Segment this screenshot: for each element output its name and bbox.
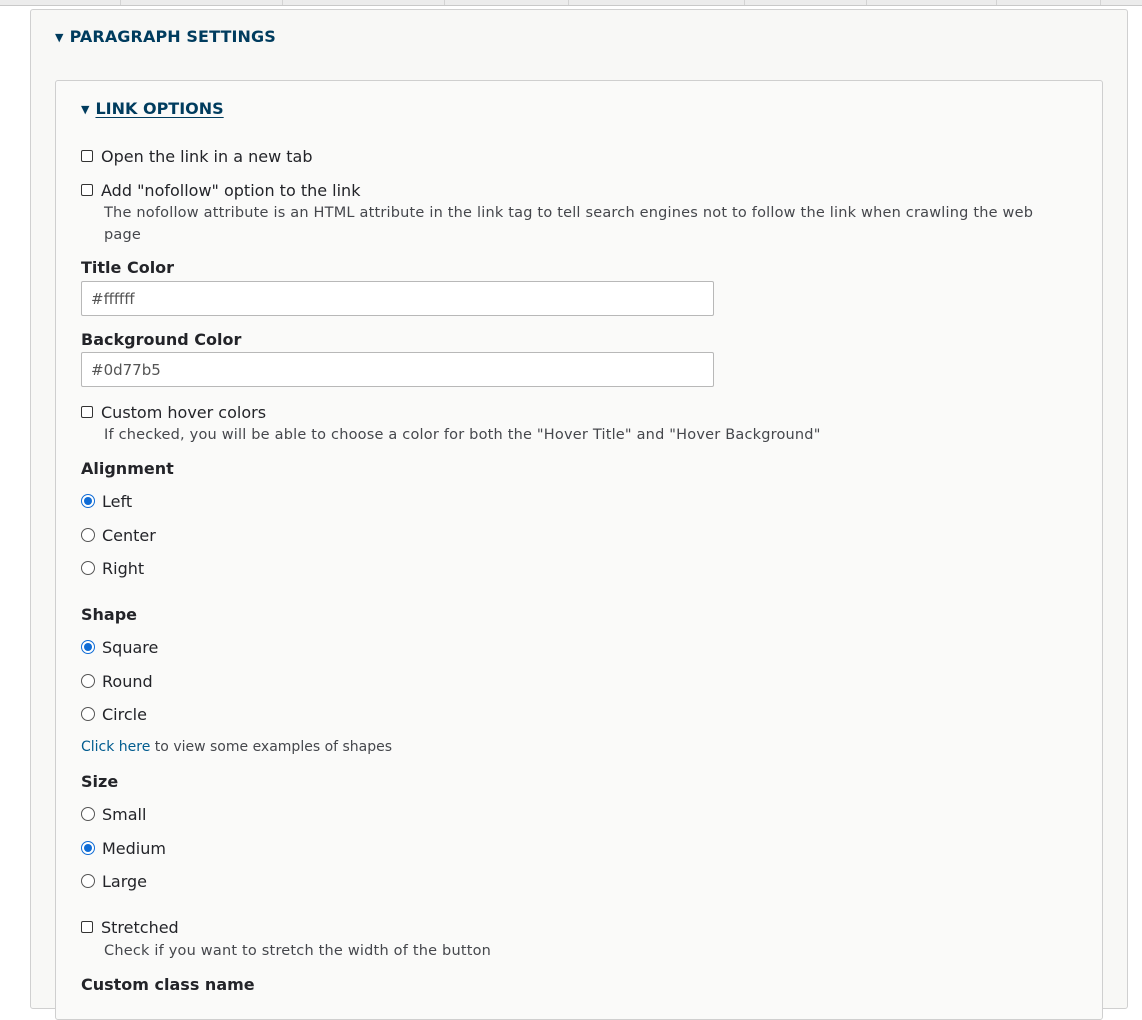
size-large-label: Large	[102, 871, 148, 891]
custom-class-label: Custom class name	[81, 975, 255, 994]
alignment-center-radio[interactable]	[81, 528, 95, 542]
nofollow-option[interactable]: Add "nofollow" option to the link	[81, 180, 360, 200]
alignment-label: Alignment	[81, 459, 174, 478]
background-color-label: Background Color	[81, 330, 242, 349]
shape-examples-link[interactable]: Click here	[81, 739, 150, 755]
shape-helper-text: Click here to view some examples of shap…	[81, 739, 393, 755]
custom-hover-checkbox[interactable]	[81, 406, 93, 418]
shape-option-round[interactable]: Round	[81, 671, 153, 691]
new-tab-checkbox[interactable]	[81, 150, 93, 162]
size-option-small[interactable]: Small	[81, 804, 146, 824]
stretched-checkbox[interactable]	[81, 921, 93, 933]
custom-hover-option[interactable]: Custom hover colors	[81, 402, 266, 422]
shape-option-square[interactable]: Square	[81, 637, 158, 657]
alignment-option-right[interactable]: Right	[81, 558, 144, 578]
paragraph-settings-panel: ▼ PARAGRAPH SETTINGS ▼ LINK OPTIONS Open t…	[30, 9, 1128, 1020]
alignment-left-radio[interactable]	[81, 494, 95, 508]
stretched-option[interactable]: Stretched	[81, 917, 179, 937]
alignment-option-left[interactable]: Left	[81, 491, 132, 511]
shape-option-circle[interactable]: Circle	[81, 704, 147, 724]
size-medium-radio[interactable]	[81, 841, 95, 855]
triangle-down-icon: ▼	[55, 31, 64, 44]
custom-hover-description: If checked, you will be able to choose a…	[104, 427, 821, 443]
new-tab-label: Open the link in a new tab	[101, 146, 313, 166]
shape-circle-label: Circle	[102, 704, 147, 724]
link-options-toggle[interactable]: ▼ LINK OPTIONS	[81, 99, 224, 118]
custom-hover-label: Custom hover colors	[101, 402, 267, 422]
link-options-title: LINK OPTIONS	[95, 99, 224, 118]
size-option-large[interactable]: Large	[81, 871, 147, 891]
nofollow-description: The nofollow attribute is an HTML attrib…	[104, 205, 1034, 243]
nofollow-checkbox[interactable]	[81, 184, 93, 196]
link-options-panel: ▼ LINK OPTIONS Open the link in a new tab…	[55, 80, 1103, 1020]
alignment-center-label: Center	[102, 525, 156, 545]
paragraph-settings-toggle[interactable]: ▼ PARAGRAPH SETTINGS	[55, 27, 276, 46]
shape-round-radio[interactable]	[81, 674, 95, 688]
stretched-label: Stretched	[101, 917, 179, 937]
shape-label: Shape	[81, 605, 138, 624]
shape-square-label: Square	[102, 637, 159, 657]
background-color-input[interactable]	[81, 352, 714, 387]
triangle-down-icon: ▼	[81, 103, 90, 116]
size-medium-label: Medium	[102, 838, 166, 858]
top-strip	[0, 0, 1142, 6]
shape-circle-radio[interactable]	[81, 707, 95, 721]
size-small-radio[interactable]	[81, 807, 95, 821]
shape-square-radio[interactable]	[81, 640, 95, 654]
stretched-description: Check if you want to stretch the width o…	[104, 943, 492, 959]
alignment-option-center[interactable]: Center	[81, 525, 156, 545]
size-label: Size	[81, 772, 119, 791]
alignment-right-radio[interactable]	[81, 561, 95, 575]
title-color-label: Title Color	[81, 258, 175, 277]
new-tab-option[interactable]: Open the link in a new tab	[81, 146, 313, 166]
nofollow-label: Add "nofollow" option to the link	[101, 180, 361, 200]
size-small-label: Small	[102, 804, 147, 824]
size-large-radio[interactable]	[81, 874, 95, 888]
paragraph-settings-title: PARAGRAPH SETTINGS	[69, 27, 276, 46]
shape-round-label: Round	[102, 671, 153, 691]
alignment-left-label: Left	[102, 491, 133, 511]
alignment-right-label: Right	[102, 558, 145, 578]
size-option-medium[interactable]: Medium	[81, 838, 166, 858]
title-color-input[interactable]	[81, 281, 714, 316]
